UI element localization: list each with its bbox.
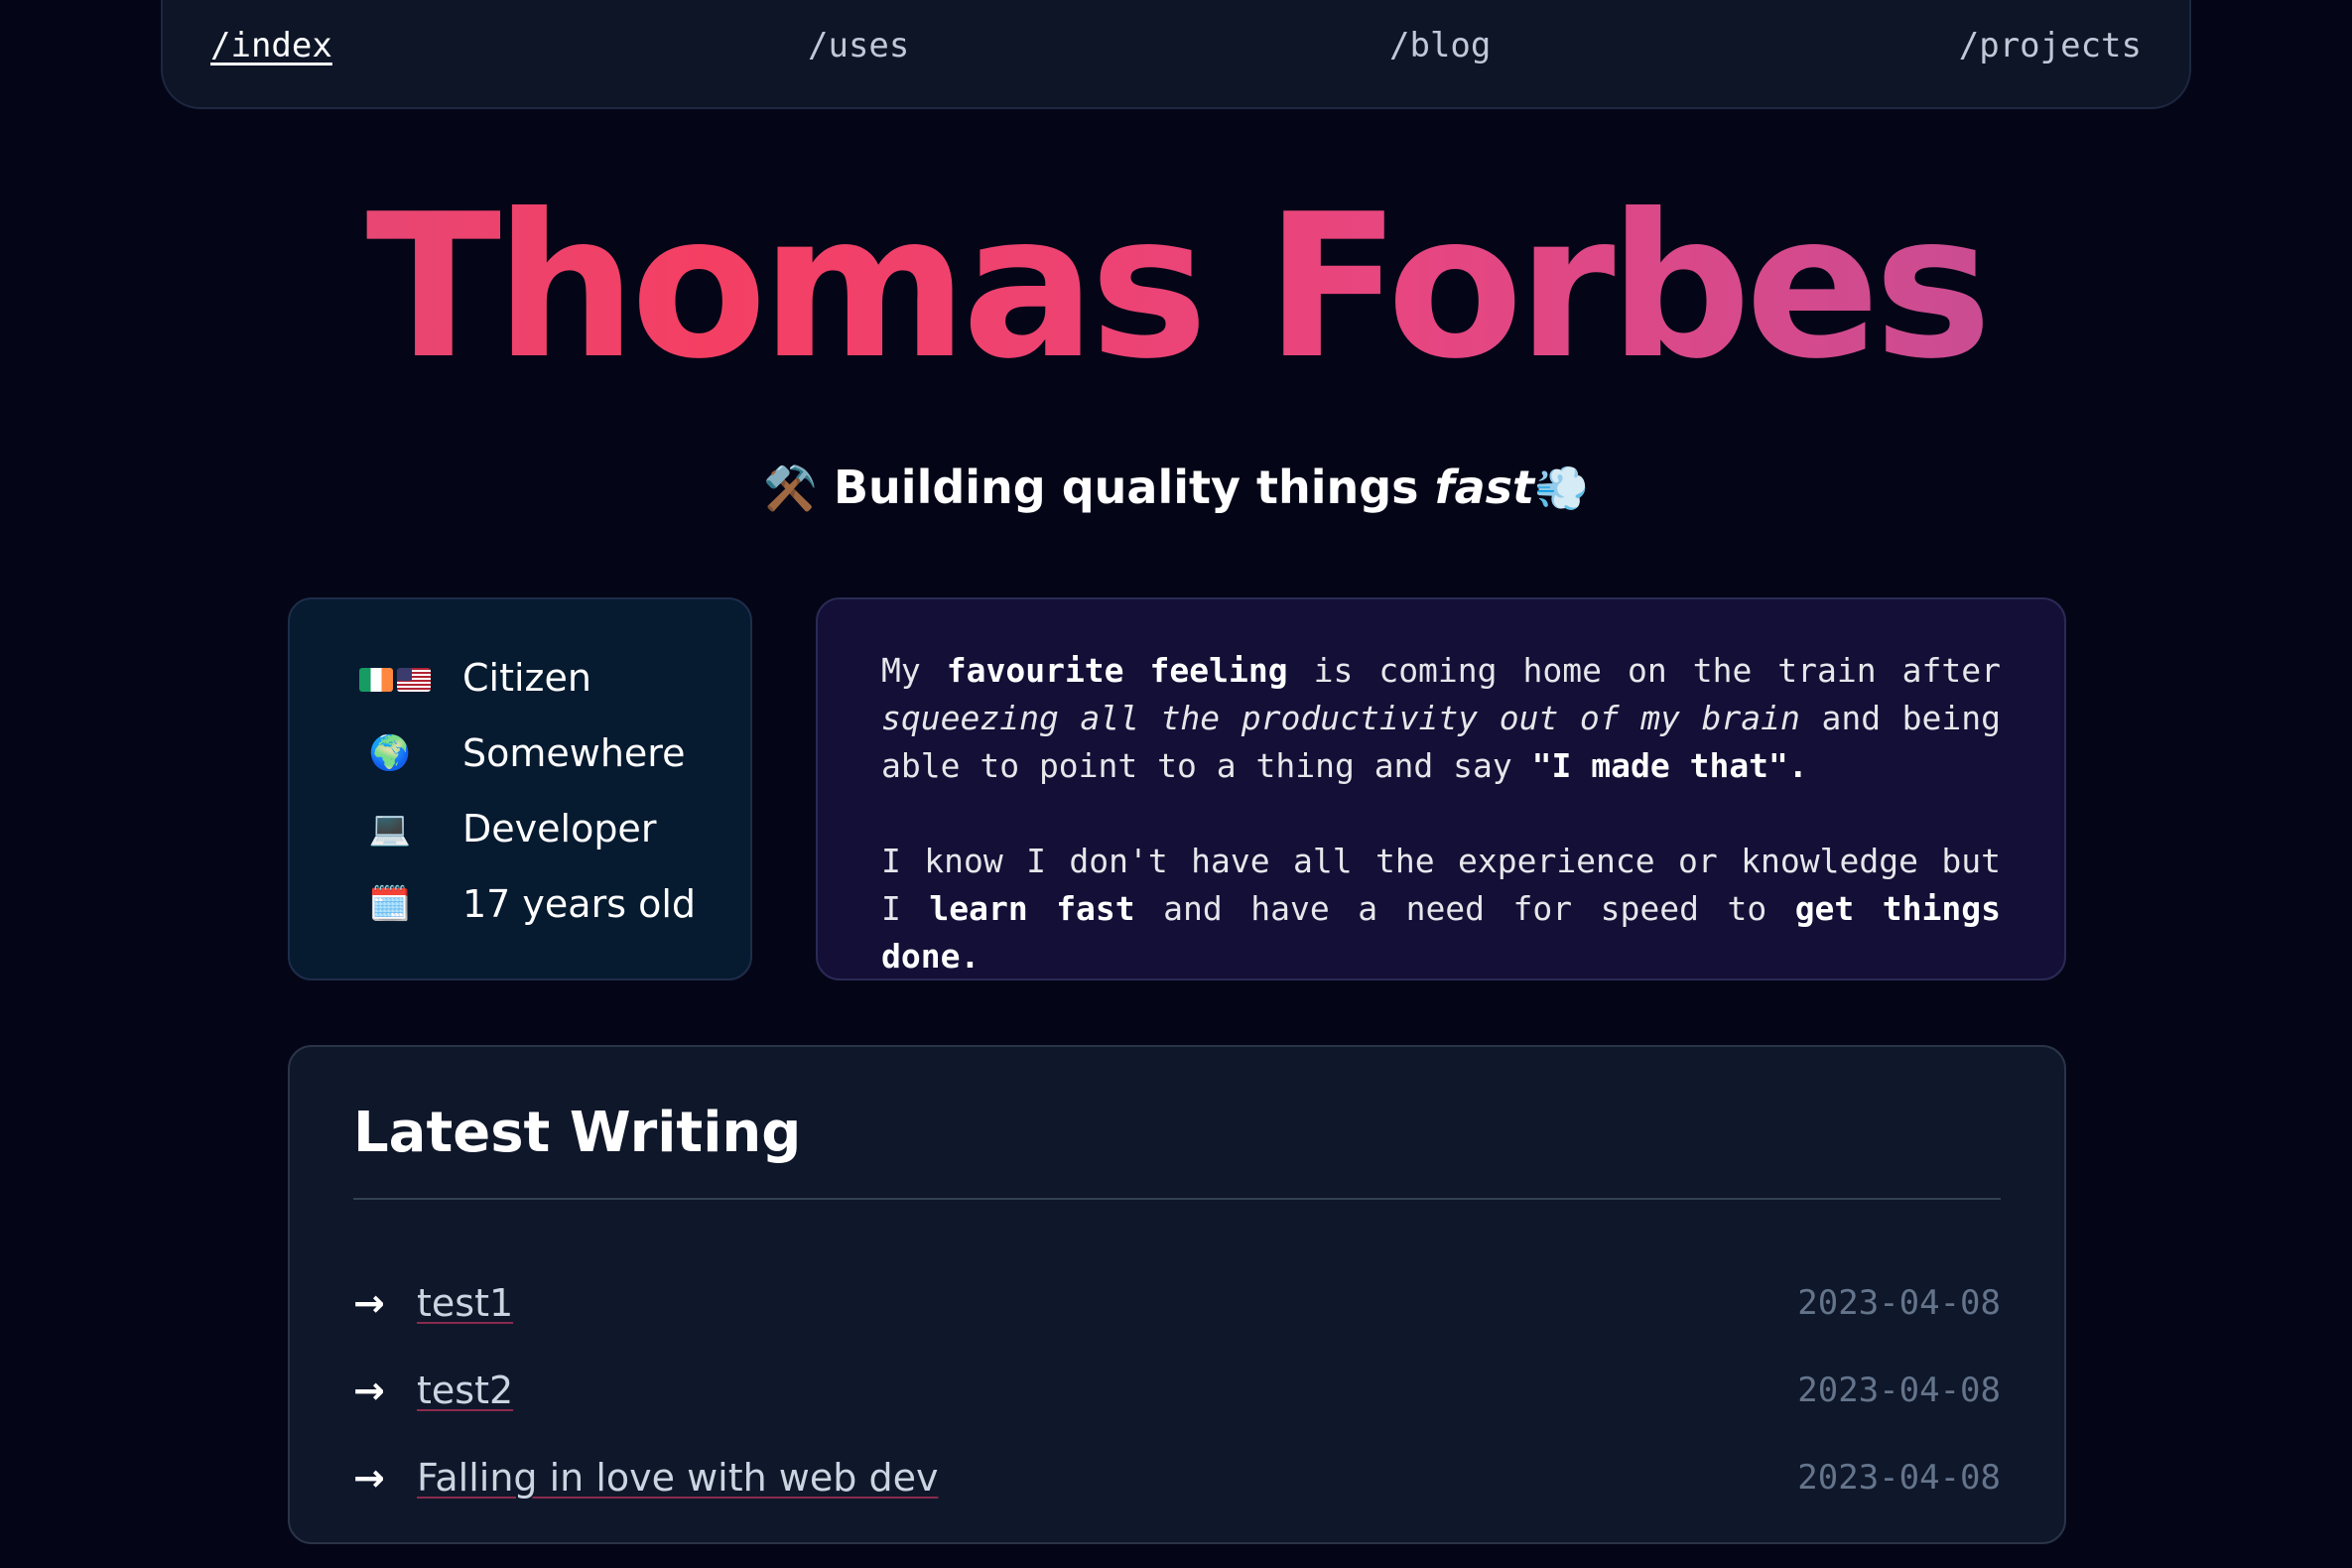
about-bold: "I made that". [1531,746,1808,785]
globe-icon: 🌍 [368,733,412,773]
post-link[interactable]: test2 [417,1363,513,1418]
about-text: is coming home on the train after [1287,651,2001,690]
arrow-right-icon: → [353,1369,385,1412]
about-paragraph-1: My favourite feeling is coming home on t… [881,647,2001,790]
top-nav: /index /uses /blog /projects [161,0,2191,109]
dash-icon: 💨 [1534,463,1589,514]
post-link[interactable]: test1 [417,1275,513,1331]
divider [353,1198,2001,1200]
tagline: ⚒️ Building quality things fast💨 [0,455,2352,522]
post-link[interactable]: Falling in love with web dev [417,1450,938,1505]
post-date: 2023-04-08 [1797,1283,2001,1323]
post-row: → Falling in love with web dev 2023-04-0… [353,1450,2001,1509]
info-label: Somewhere [462,731,686,775]
info-card: Citizen 🌍 Somewhere 💻 Developer 🗓️ 17 ye… [288,597,752,980]
about-text: My [881,651,947,690]
about-text: and have a need for speed to [1134,889,1795,928]
calendar-icon: 🗓️ [368,884,412,924]
tagline-text: Building quality things [834,460,1419,514]
arrow-right-icon: → [353,1456,385,1500]
usa-flag-icon [397,667,431,692]
arrow-right-icon: → [353,1281,385,1325]
latest-writing-card: Latest Writing → test1 2023-04-08 → test… [288,1045,2066,1544]
about-bold: learn fast [929,889,1135,928]
ireland-usa-flags-icon [359,658,462,698]
nav-link-blog[interactable]: /blog [1389,26,1491,65]
hero-name: Thomas Forbes [0,169,2352,407]
info-label: 17 years old [462,882,697,926]
info-label: Developer [462,807,657,850]
section-title: Latest Writing [353,1101,802,1165]
info-item-citizen: Citizen [359,647,591,709]
info-item-age: 🗓️ 17 years old [359,873,696,935]
info-label: Citizen [462,656,591,700]
laptop-icon: 💻 [368,809,412,849]
info-item-location: 🌍 Somewhere [359,722,686,784]
nav-link-uses[interactable]: /uses [808,26,909,65]
post-date: 2023-04-08 [1797,1458,2001,1498]
post-date: 2023-04-08 [1797,1371,2001,1410]
nav-link-projects[interactable]: /projects [1959,26,2142,65]
ireland-flag-icon [359,667,393,692]
about-bold: favourite feeling [946,651,1288,690]
nav-link-index[interactable]: /index [210,26,332,65]
hammer-pick-icon: ⚒️ [763,463,818,514]
info-item-role: 💻 Developer [359,798,657,859]
post-row: → test1 2023-04-08 [353,1275,2001,1335]
tagline-emphasis: fast [1434,460,1534,514]
about-paragraph-2: I know I don't have all the experience o… [881,838,2001,980]
about-card: My favourite feeling is coming home on t… [816,597,2066,980]
about-italic: squeezing all the productivity out of my… [881,699,1800,737]
post-row: → test2 2023-04-08 [353,1363,2001,1422]
